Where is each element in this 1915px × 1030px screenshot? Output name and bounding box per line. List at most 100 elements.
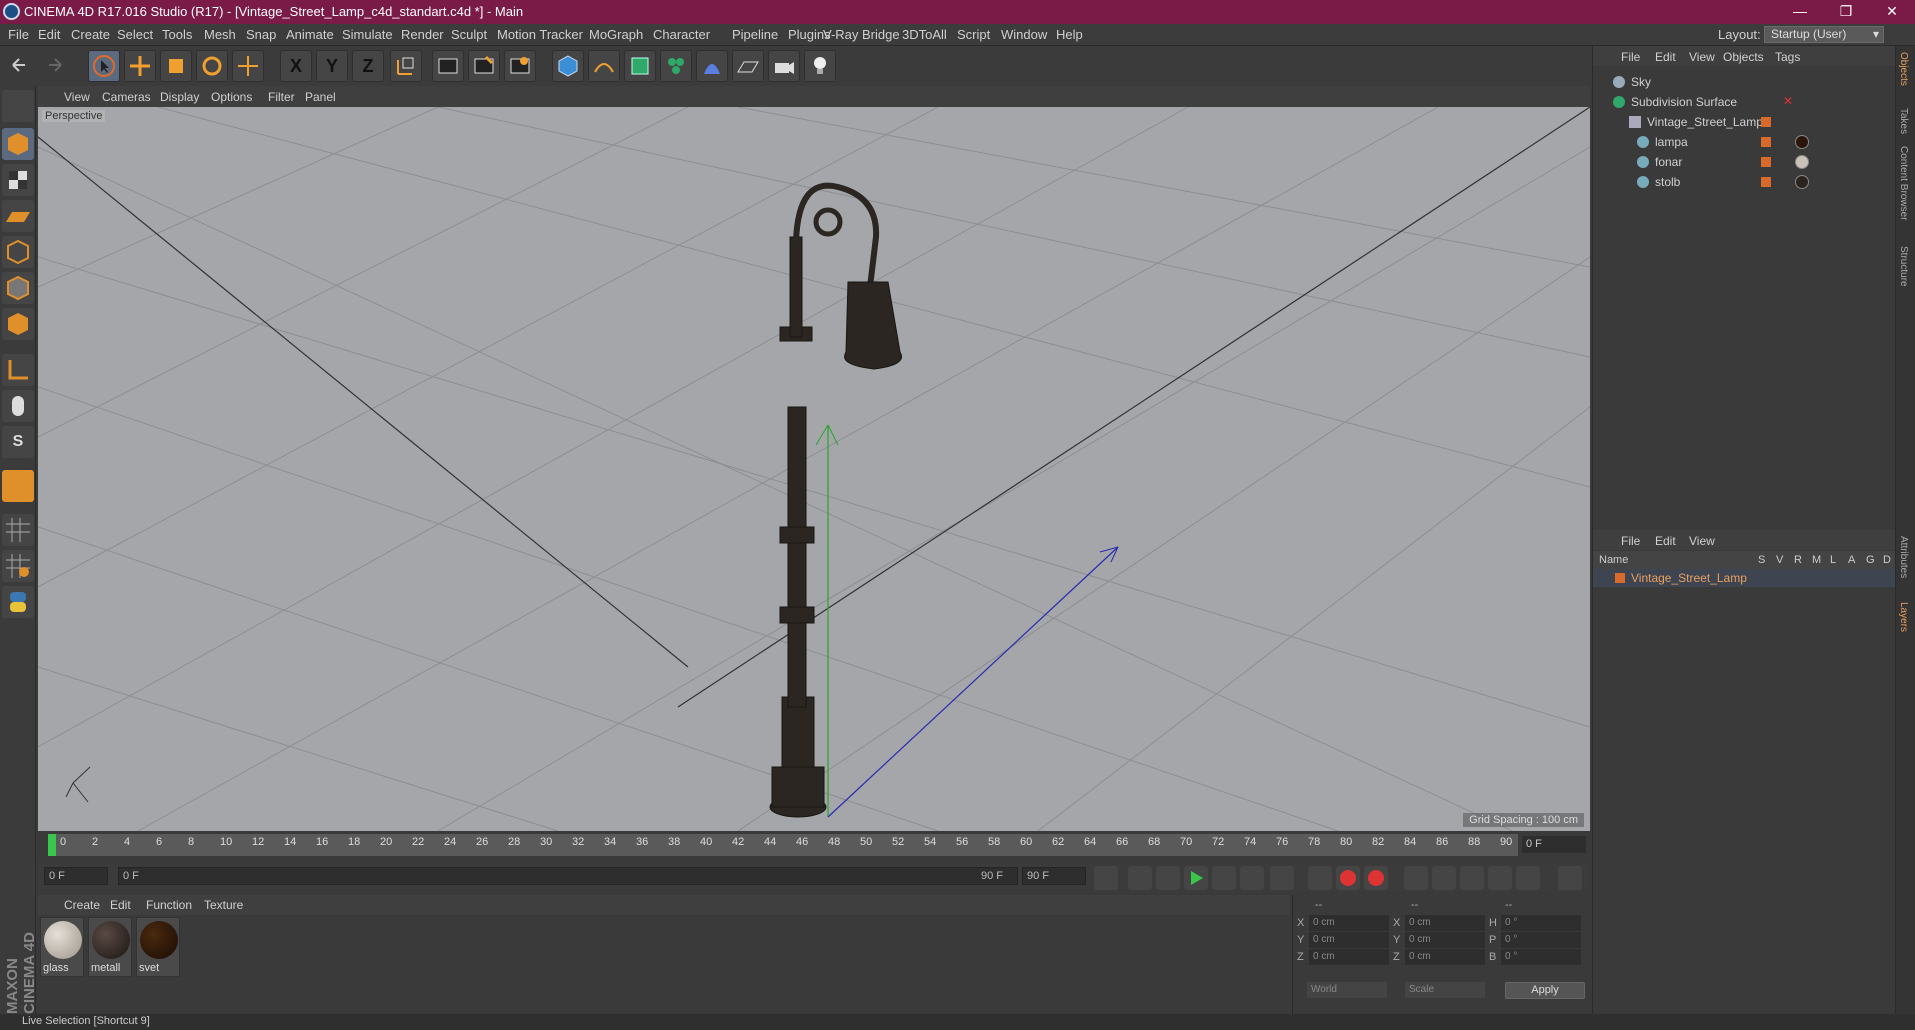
world-dropdown[interactable]: World xyxy=(1307,982,1387,998)
magnet-icon[interactable] xyxy=(2,470,34,502)
layers-menu-edit[interactable]: Edit xyxy=(1655,534,1676,548)
coord-value-field[interactable]: 0 cm xyxy=(1405,932,1485,948)
object-row-lampa[interactable]: lampa xyxy=(1593,132,1896,152)
rotate-icon[interactable] xyxy=(196,50,228,82)
workplane-icon[interactable] xyxy=(2,200,34,232)
key-rotation-icon[interactable] xyxy=(1460,866,1484,890)
menu-mesh[interactable]: Mesh xyxy=(204,27,236,42)
menu-render[interactable]: Render xyxy=(401,27,444,42)
enable-axis-icon[interactable] xyxy=(2,354,34,386)
menu-animate[interactable]: Animate xyxy=(286,27,334,42)
material-menu-function[interactable]: Function xyxy=(146,898,192,912)
next-frame-icon[interactable] xyxy=(1212,866,1236,890)
cloner-icon[interactable] xyxy=(660,50,692,82)
material-menu-create[interactable]: Create xyxy=(64,898,100,912)
layer-row[interactable]: Vintage_Street_Lamp xyxy=(1593,569,1896,587)
menu-snap[interactable]: Snap xyxy=(246,27,276,42)
material-tag-icon[interactable] xyxy=(1795,135,1809,149)
material-menu-texture[interactable]: Texture xyxy=(204,898,243,912)
previous-key-icon[interactable] xyxy=(1128,866,1152,890)
current-frame-field[interactable]: 0 F xyxy=(1522,836,1586,853)
viewport-menu-panel[interactable]: Panel xyxy=(305,90,336,104)
object-row-stolb[interactable]: stolb xyxy=(1593,172,1896,192)
coord-value-field[interactable]: 0 ° xyxy=(1501,949,1581,965)
menu-window[interactable]: Window xyxy=(1001,27,1047,42)
menu-select[interactable]: Select xyxy=(117,27,153,42)
scale-dropdown[interactable]: Scale xyxy=(1405,982,1485,998)
menu-simulate[interactable]: Simulate xyxy=(342,27,393,42)
menu-3dtoall[interactable]: 3DToAll xyxy=(902,27,947,42)
object-row-vintage-street-lamp[interactable]: Vintage_Street_Lamp xyxy=(1593,112,1896,132)
objects-menu-view[interactable]: View xyxy=(1689,50,1715,64)
layout-dropdown[interactable]: Startup (User) ▾ xyxy=(1764,26,1884,43)
viewport-menu-options[interactable]: Options xyxy=(211,90,252,104)
viewport-menu-cameras[interactable]: Cameras xyxy=(102,90,151,104)
menu-character[interactable]: Character xyxy=(653,27,710,42)
material-metall[interactable]: metall xyxy=(88,917,132,977)
make-editable-icon[interactable] xyxy=(2,90,34,122)
objects-menu-tags[interactable]: Tags xyxy=(1775,50,1800,64)
go-to-end-icon[interactable] xyxy=(1270,866,1294,890)
end-frame-field[interactable]: 90 F xyxy=(1022,867,1086,885)
tab-objects[interactable]: Objects xyxy=(1898,52,1909,86)
camera-icon[interactable] xyxy=(768,50,800,82)
autokey-icon[interactable] xyxy=(1364,866,1388,890)
perspective-viewport[interactable]: Perspective Grid Spacing : 100 cm xyxy=(38,107,1590,831)
menu-sculpt[interactable]: Sculpt xyxy=(451,27,487,42)
viewport-menu-display[interactable]: Display xyxy=(160,90,199,104)
previous-frame-icon[interactable] xyxy=(1156,866,1180,890)
move-icon[interactable] xyxy=(124,50,156,82)
object-row-sky[interactable]: Sky xyxy=(1593,72,1896,92)
viewport-menu-view[interactable]: View xyxy=(64,90,90,104)
start-frame-field[interactable]: 0 F xyxy=(44,867,108,885)
python-icon[interactable] xyxy=(2,586,34,618)
menu-edit[interactable]: Edit xyxy=(38,27,60,42)
coord-value-field[interactable]: 0 cm xyxy=(1405,949,1485,965)
light-icon[interactable] xyxy=(804,50,836,82)
key-pla-icon[interactable] xyxy=(1516,866,1540,890)
playhead[interactable] xyxy=(48,834,56,856)
maximize-button[interactable]: ❐ xyxy=(1823,0,1869,24)
subdivision-icon[interactable] xyxy=(624,50,656,82)
y-axis-icon[interactable]: Y xyxy=(316,50,348,82)
tab-layers[interactable]: Layers xyxy=(1898,602,1909,632)
minimize-button[interactable]: — xyxy=(1777,0,1823,24)
menu-vray-bridge[interactable]: V-Ray Bridge xyxy=(823,27,900,42)
record-icon[interactable] xyxy=(1336,866,1360,890)
coord-value-field[interactable]: 0 ° xyxy=(1501,915,1581,931)
lock-icon[interactable] xyxy=(2,550,34,582)
material-tag-icon[interactable] xyxy=(1795,175,1809,189)
cube-icon[interactable] xyxy=(552,50,584,82)
material-svet[interactable]: svet xyxy=(136,917,180,977)
menu-help[interactable]: Help xyxy=(1056,27,1083,42)
menu-pipeline[interactable]: Pipeline xyxy=(732,27,778,42)
texture-mode-icon[interactable] xyxy=(2,164,34,196)
menu-script[interactable]: Script xyxy=(957,27,990,42)
menu-file[interactable]: File xyxy=(8,27,29,42)
x-axis-icon[interactable]: X xyxy=(280,50,312,82)
move-axis-icon[interactable] xyxy=(232,50,264,82)
viewport-menu-filter[interactable]: Filter xyxy=(268,90,295,104)
coord-value-field[interactable]: 0 cm xyxy=(1309,932,1389,948)
tab-attributes[interactable]: Attributes xyxy=(1898,536,1909,578)
coord-value-field[interactable]: 0 cm xyxy=(1309,949,1389,965)
render-settings-icon[interactable] xyxy=(504,50,536,82)
play-icon[interactable] xyxy=(1184,866,1208,890)
object-row-subdivision-surface[interactable]: Subdivision Surface ✕ xyxy=(1593,92,1896,112)
render-view-icon[interactable] xyxy=(432,50,464,82)
layers-menu-view[interactable]: View xyxy=(1689,534,1715,548)
coordinate-system-icon[interactable] xyxy=(390,50,422,82)
go-to-start-icon[interactable] xyxy=(1094,866,1118,890)
redo-icon[interactable] xyxy=(40,50,72,82)
polygons-mode-icon[interactable] xyxy=(2,308,34,340)
undo-icon[interactable] xyxy=(4,50,36,82)
grid-lock-icon[interactable] xyxy=(2,514,34,546)
snap-icon[interactable]: S xyxy=(2,426,34,458)
tab-content-browser[interactable]: Content Browser xyxy=(1898,146,1909,220)
edges-mode-icon[interactable] xyxy=(2,272,34,304)
objects-menu-file[interactable]: File xyxy=(1621,50,1640,64)
scale-icon[interactable] xyxy=(160,50,192,82)
menu-mograph[interactable]: MoGraph xyxy=(589,27,643,42)
live-selection-icon[interactable] xyxy=(88,50,120,82)
points-mode-icon[interactable] xyxy=(2,236,34,268)
